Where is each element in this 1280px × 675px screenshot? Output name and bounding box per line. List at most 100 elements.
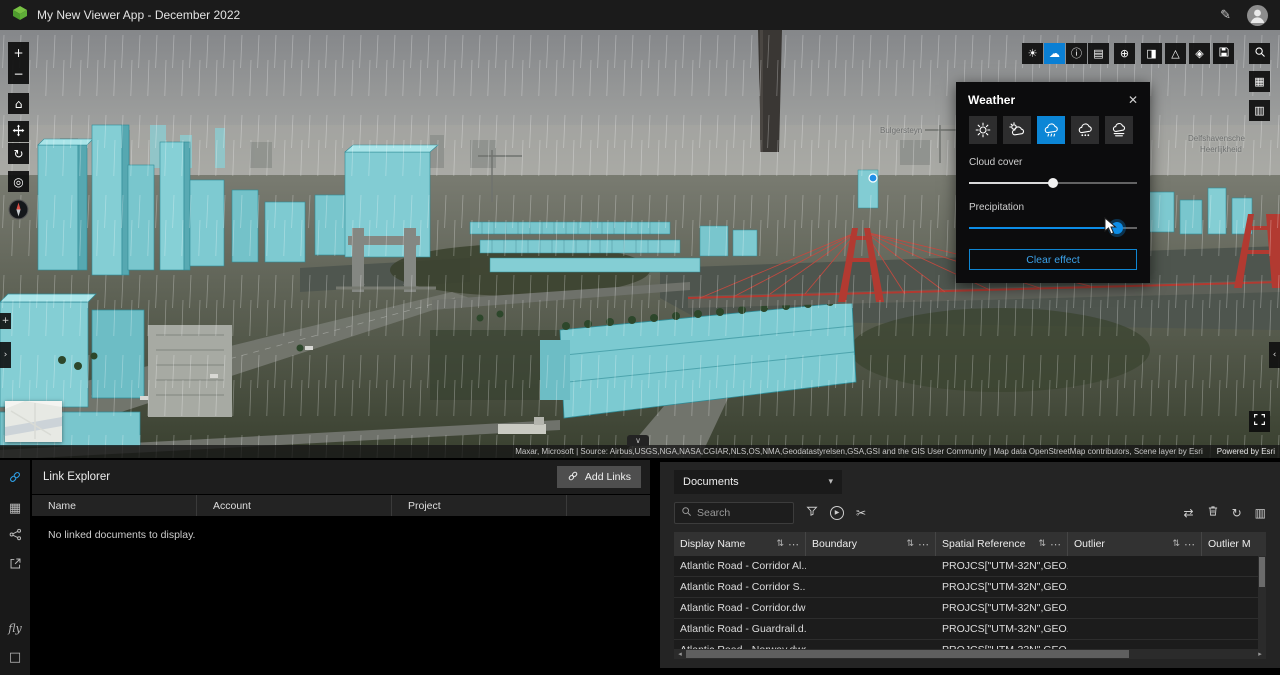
tool-info[interactable]: ⓘ [1066,43,1087,64]
search-icon [681,504,692,522]
sort-icon[interactable]: ⇅ [906,540,914,549]
left-panel-toggle[interactable]: › [0,342,11,368]
clip-button[interactable]: ✂ [856,507,866,519]
attribution-collapse-tab[interactable]: ∨ [627,435,649,446]
scroll-right-arrow[interactable]: ▸ [1254,650,1266,658]
dock-links-button[interactable] [6,470,24,488]
tool-slides[interactable]: ◨ [1141,43,1162,64]
table-row[interactable]: Atlantic Road - Norway.dwgPROJCS["UTM-32… [674,640,1266,649]
cloud-cover-handle[interactable] [1048,178,1058,188]
panels-icon: ▥ [1254,105,1264,116]
column-menu-icon[interactable]: ⋯ [1184,539,1195,550]
column-header-outlier-m[interactable]: Outlier M [1208,538,1260,550]
weather-mode-snowy[interactable] [1071,116,1099,144]
tool-slice[interactable]: △ [1165,43,1186,64]
zoom-in-button[interactable]: + [8,42,29,63]
add-links-button[interactable]: Add Links [557,466,641,488]
daylight-icon: ☀ [1028,48,1038,59]
clear-effect-button[interactable]: Clear effect [969,249,1137,270]
column-menu-icon[interactable]: ⋯ [1050,539,1061,550]
sort-icon[interactable]: ⇅ [776,540,784,549]
delete-button[interactable] [1207,504,1219,522]
apps-grid-button[interactable]: ▦ [1249,71,1270,92]
tool-save[interactable] [1213,43,1234,64]
add-panel-button[interactable]: + [0,313,11,329]
dock-fly-button[interactable]: fly [6,619,24,637]
documents-toolbar: ▶ ✂ ⇄ ↻ ▥ [674,502,1266,524]
fullscreen-button[interactable] [1249,411,1270,432]
tool-measure[interactable]: ▤ [1088,43,1109,64]
dock-export-button[interactable] [6,557,24,575]
table-vertical-scrollbar[interactable] [1258,556,1266,649]
map-label: Bulgersteyn [880,126,922,135]
pan-button[interactable] [8,121,29,142]
tool-weather[interactable]: ☁ [1044,43,1065,64]
scrollbar-thumb[interactable] [686,650,1129,658]
orbit-button[interactable]: ◎ [8,171,29,192]
column-header-account[interactable]: Account [197,495,392,516]
table-row[interactable]: Atlantic Road - Corridor S...PROJCS["UTM… [674,577,1266,598]
weather-mode-sunny[interactable] [969,116,997,144]
swap-columns-button[interactable]: ⇄ [1184,507,1194,519]
overview-minimap[interactable] [5,401,62,442]
run-button[interactable]: ▶ [830,506,844,520]
minus-icon: − [13,68,23,80]
add-links-label: Add Links [585,471,631,483]
right-panel-toggle[interactable]: ‹ [1269,342,1280,368]
close-icon[interactable]: ✕ [1128,94,1138,106]
square-icon: □ [9,651,21,664]
cloud-cover-label: Cloud cover [956,157,1150,168]
panels-button[interactable]: ▥ [1249,100,1270,121]
columns-button[interactable]: ▥ [1255,507,1266,519]
column-header-project[interactable]: Project [392,495,567,516]
pan-icon [12,124,25,140]
partly-cloudy-icon [1009,122,1025,138]
scroll-left-arrow[interactable]: ◂ [674,650,686,658]
column-header-boundary[interactable]: Boundary [812,538,902,550]
dock-table-button[interactable]: ▦ [6,499,24,517]
filter-button[interactable] [806,504,818,522]
edit-app-icon[interactable]: ✎ [1220,9,1231,22]
sort-icon[interactable]: ⇅ [1038,540,1046,549]
zoom-out-button[interactable]: − [8,63,29,84]
precipitation-handle[interactable] [1111,222,1123,234]
play-icon: ▶ [830,506,844,520]
chevron-down-icon: ▾ [828,478,833,487]
weather-mode-cloudy[interactable] [1003,116,1031,144]
table-row[interactable]: Atlantic Road - Guardrail.d...PROJCS["UT… [674,619,1266,640]
search-box[interactable] [674,502,794,524]
tool-search[interactable] [1249,43,1270,64]
sort-icon[interactable]: ⇅ [1172,540,1180,549]
swap-icon: ⇄ [1184,507,1194,519]
column-header-outlier[interactable]: Outlier [1074,538,1168,550]
column-header-display-name[interactable]: Display Name [680,538,772,550]
table-row[interactable]: Atlantic Road - Corridor.dwgPROJCS["UTM-… [674,598,1266,619]
user-avatar[interactable] [1247,5,1268,26]
cloud-cover-slider[interactable] [969,177,1137,189]
precipitation-slider[interactable] [969,222,1137,234]
documents-dropdown[interactable]: Documents ▾ [674,470,842,494]
refresh-button[interactable]: ↻ [1232,507,1242,519]
tool-daylight[interactable]: ☀ [1022,43,1043,64]
apps-grid-icon: ▦ [1254,76,1264,87]
dock-frame-button[interactable]: □ [6,648,24,666]
rotate-button[interactable]: ↻ [8,143,29,164]
weather-mode-rainy[interactable] [1037,116,1065,144]
column-header-name[interactable]: Name [32,495,197,516]
column-menu-icon[interactable]: ⋯ [788,539,799,550]
attribution-text: Maxar, Microsoft | Source: Airbus,USGS,N… [515,447,1203,456]
dock-share-button[interactable] [6,528,24,546]
column-header-spatial-reference[interactable]: Spatial Reference [942,538,1034,550]
home-button[interactable]: ⌂ [8,93,29,114]
search-input[interactable] [697,507,777,519]
tool-basemap[interactable]: ⊕ [1114,43,1135,64]
column-menu-icon[interactable]: ⋯ [918,539,929,550]
table-row[interactable]: Atlantic Road - Corridor Al...PROJCS["UT… [674,556,1266,577]
tool-layers[interactable]: ◈ [1189,43,1210,64]
chevron-left-icon: ‹ [1273,351,1277,360]
compass-button[interactable] [8,199,29,225]
weather-mode-foggy[interactable] [1105,116,1133,144]
funnel-icon [806,504,818,522]
table-horizontal-scrollbar[interactable]: ◂ ▸ [674,649,1266,659]
column-header-spacer [567,495,650,516]
